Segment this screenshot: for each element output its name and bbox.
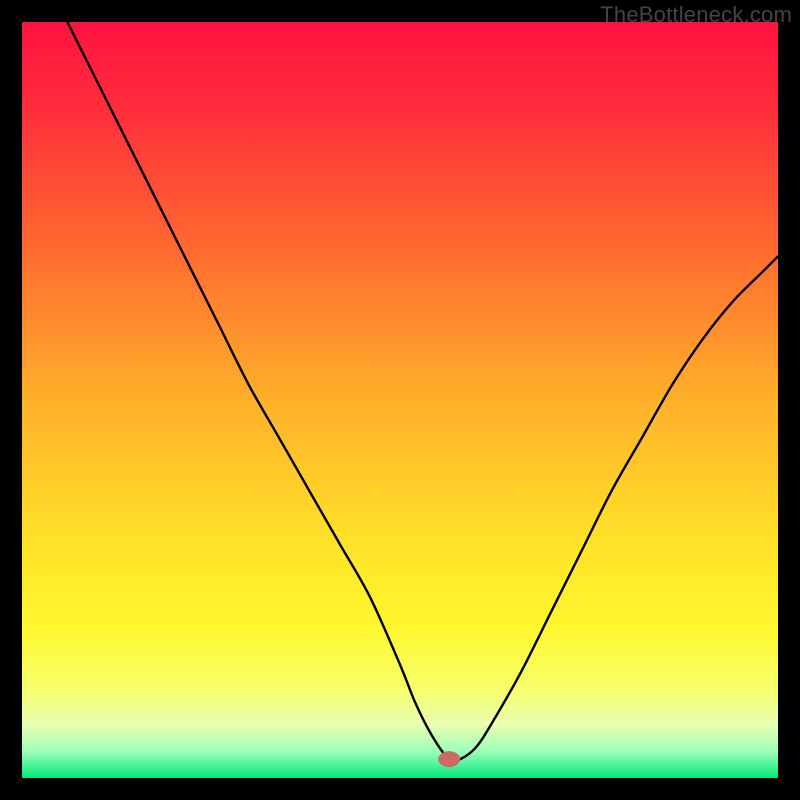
plot-svg bbox=[22, 22, 778, 778]
watermark-text: TheBottleneck.com bbox=[600, 2, 792, 28]
optimal-point-marker bbox=[438, 751, 460, 767]
plot-area bbox=[22, 22, 778, 778]
chart-frame: TheBottleneck.com bbox=[0, 0, 800, 800]
